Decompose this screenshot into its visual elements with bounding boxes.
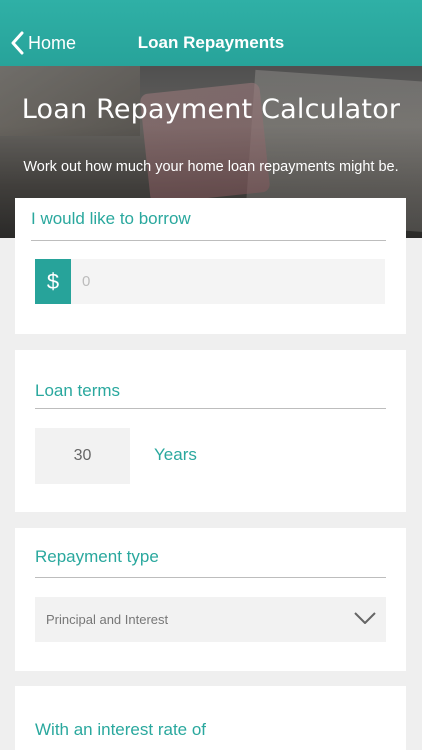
interest-rate-card: With an interest rate of xyxy=(15,686,406,750)
borrow-card: I would like to borrow $ 0 xyxy=(15,198,406,334)
currency-symbol: $ xyxy=(35,259,71,304)
nav-bar: Home Loan Repayments xyxy=(0,0,422,66)
back-label: Home xyxy=(28,33,77,53)
repayment-type-card: Repayment type Principal and Interest xyxy=(15,528,406,671)
interest-rate-heading: With an interest rate of xyxy=(35,720,207,739)
loan-terms-card: Loan terms 30 Years xyxy=(15,350,406,512)
amount-placeholder: 0 xyxy=(82,273,91,290)
repayment-type-value: Principal and Interest xyxy=(46,612,169,627)
years-label: Years xyxy=(154,445,197,464)
divider xyxy=(35,577,386,578)
borrow-amount-input[interactable]: $ 0 xyxy=(35,259,385,304)
back-button[interactable]: Home xyxy=(10,30,76,56)
repayment-type-heading: Repayment type xyxy=(35,547,159,566)
chevron-left-icon xyxy=(10,31,24,55)
hero-title: Loan Repayment Calculator xyxy=(21,94,401,125)
years-input[interactable]: 30 xyxy=(35,428,130,484)
divider xyxy=(31,240,386,241)
borrow-heading: I would like to borrow xyxy=(31,209,191,228)
hero-subtitle: Work out how much your home loan repayme… xyxy=(23,159,399,175)
divider xyxy=(35,408,386,409)
repayment-type-select[interactable]: Principal and Interest xyxy=(35,597,386,642)
loan-terms-heading: Loan terms xyxy=(35,381,121,400)
chevron-down-icon xyxy=(354,611,376,628)
